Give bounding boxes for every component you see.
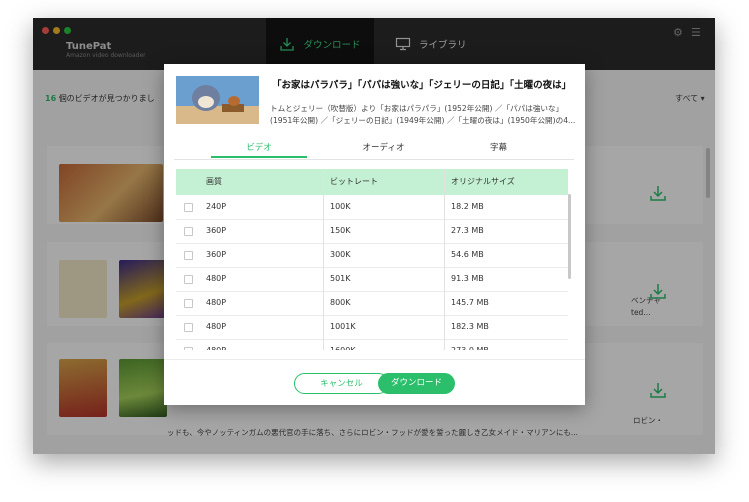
cell-quality: 480P	[206, 274, 227, 283]
cell-bitrate: 150K	[330, 226, 351, 235]
cell-size: 54.6 MB	[451, 250, 484, 259]
table-row[interactable]: 360P 150K 27.3 MB	[176, 219, 568, 244]
cell-quality: 360P	[206, 226, 227, 235]
cancel-button[interactable]: キャンセル	[294, 373, 389, 394]
tab-audio[interactable]: オーディオ	[317, 140, 450, 156]
row-checkbox[interactable]	[184, 203, 193, 212]
dialog-description: トムとジェリー（吹替版）より「お家はパラパラ」(1952年公開) ／「パパは強い…	[270, 103, 576, 127]
cell-bitrate: 1001K	[330, 322, 356, 331]
dialog-thumbnail	[176, 76, 259, 124]
table-row[interactable]: 480P 1001K 182.3 MB	[176, 315, 568, 340]
table-row[interactable]: 360P 300K 54.6 MB	[176, 243, 568, 268]
cell-bitrate: 300K	[330, 250, 351, 259]
cell-quality: 360P	[206, 250, 227, 259]
cell-bitrate: 100K	[330, 202, 351, 211]
row-checkbox[interactable]	[184, 275, 193, 284]
table-row[interactable]: 480P 501K 91.3 MB	[176, 267, 568, 292]
cell-size: 18.2 MB	[451, 202, 484, 211]
row-checkbox[interactable]	[184, 227, 193, 236]
cell-size: 145.7 MB	[451, 298, 489, 307]
table-row[interactable]: 240P 100K 18.2 MB	[176, 195, 568, 220]
header-bitrate: ビットレート	[330, 177, 378, 186]
cell-size: 91.3 MB	[451, 274, 484, 283]
cell-bitrate: 1600K	[330, 339, 356, 350]
quality-table: 画質 ビットレート オリジナルサイズ 240P 100K 18.2 MB 360P 15…	[176, 169, 572, 350]
dialog-title: 「お家はパラパラ」「パパは強いな」「ジェリーの日記」「土曜の夜は」	[272, 80, 572, 91]
cell-size: 273.0 MB	[451, 339, 489, 350]
dialog-description-line: トムとジェリー（吹替版）より「お家はパラパラ」(1952年公開) ／「パパは強い…	[270, 104, 564, 113]
cell-quality: 480P	[206, 339, 226, 350]
tab-subtitles[interactable]: 字幕	[432, 140, 565, 156]
cell-quality: 480P	[206, 298, 227, 307]
table-scrollbar[interactable]	[568, 194, 571, 279]
header-quality: 画質	[206, 177, 222, 186]
cell-quality: 480P	[206, 322, 227, 331]
cell-size: 182.3 MB	[451, 322, 489, 331]
table-row[interactable]: 480P 1600K 273.0 MB	[176, 339, 568, 350]
cell-bitrate: 501K	[330, 274, 351, 283]
row-checkbox[interactable]	[184, 323, 193, 332]
table-header: 画質 ビットレート オリジナルサイズ	[176, 169, 568, 195]
column-divider	[323, 169, 324, 350]
tab-video[interactable]: ビデオ	[211, 140, 307, 158]
header-size: オリジナルサイズ	[451, 177, 515, 186]
cell-bitrate: 800K	[330, 298, 351, 307]
cell-quality: 240P	[206, 202, 227, 211]
cartoon-thumbnail-image	[176, 76, 259, 124]
column-divider	[444, 169, 445, 350]
cell-size: 27.3 MB	[451, 226, 484, 235]
dialog-divider	[164, 359, 585, 360]
download-options-dialog: 「お家はパラパラ」「パパは強いな」「ジェリーの日記」「土曜の夜は」 トムとジェリ…	[164, 64, 585, 405]
row-checkbox[interactable]	[184, 347, 193, 350]
row-checkbox[interactable]	[184, 251, 193, 260]
row-checkbox[interactable]	[184, 299, 193, 308]
download-button[interactable]: ダウンロード	[378, 373, 455, 394]
dialog-description-line: (1951年公開) ／「ジェリーの日記」(1949年公開) ／「土曜の夜は」(1…	[270, 116, 576, 125]
dialog-tabs: ビデオ オーディオ 字幕	[174, 140, 574, 160]
table-row[interactable]: 480P 800K 145.7 MB	[176, 291, 568, 316]
